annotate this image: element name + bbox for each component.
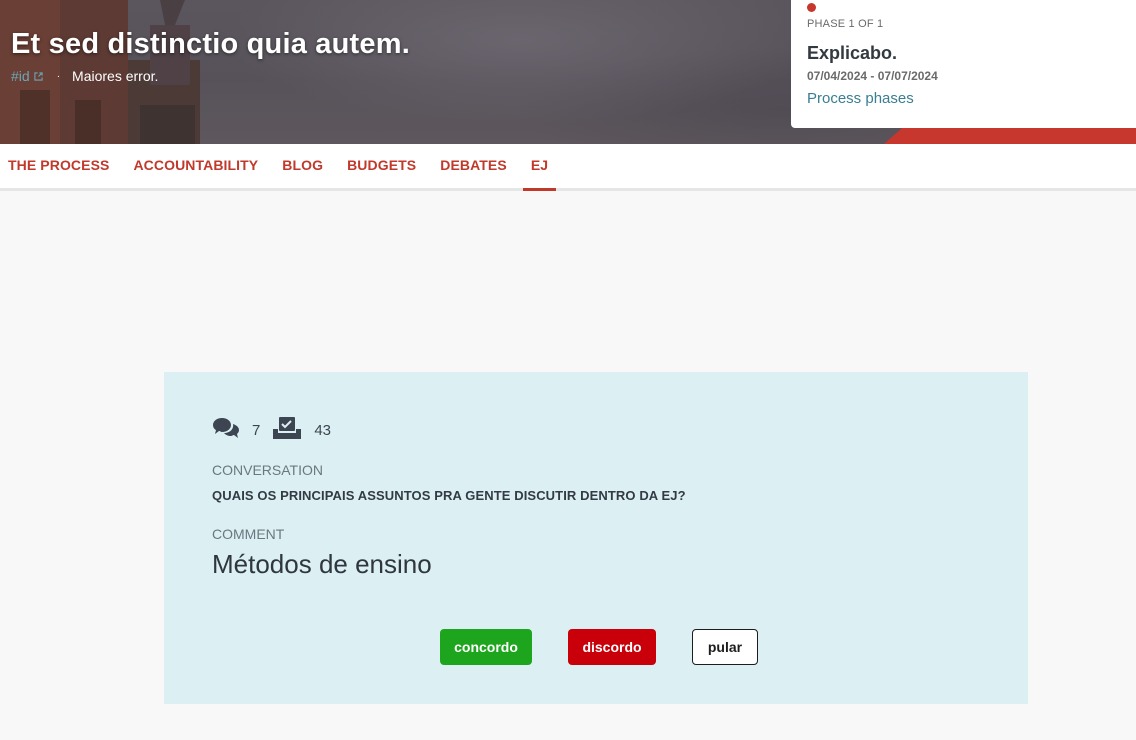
tab-budgets[interactable]: BUDGETS — [339, 144, 424, 188]
conversation-label: CONVERSATION — [212, 462, 323, 478]
votes-count: 43 — [314, 421, 332, 439]
conversation-stats: 7 43 — [212, 416, 343, 444]
phase-dates: 07/04/2024 - 07/07/2024 — [807, 69, 938, 83]
comment-label: COMMENT — [212, 526, 285, 542]
comment-text: Métodos de ensino — [212, 549, 432, 579]
hero-meta: #id · Maiores error. — [11, 68, 158, 84]
hero-banner: Et sed distinctio quia autem. #id · Maio… — [0, 0, 1136, 144]
disagree-button[interactable]: discordo — [568, 629, 656, 665]
conversation-title: QUAIS OS PRINCIPAIS ASSUNTOS PRA GENTE D… — [212, 488, 686, 503]
tab-debates[interactable]: DEBATES — [432, 144, 515, 188]
meta-separator: · — [56, 70, 61, 82]
agree-button[interactable]: concordo — [440, 629, 532, 665]
comments-count: 7 — [252, 421, 261, 439]
external-link-icon — [34, 68, 43, 84]
tab-accountability[interactable]: ACCOUNTABILITY — [125, 144, 266, 188]
phase-title: Explicabo. — [807, 43, 898, 63]
phase-card: PHASE 1 OF 1 Explicabo. 07/04/2024 - 07/… — [791, 0, 1136, 128]
phase-counter: PHASE 1 OF 1 — [807, 18, 884, 30]
comments-icon — [212, 416, 240, 444]
process-nav: THE PROCESS ACCOUNTABILITY BLOG BUDGETS … — [0, 144, 1136, 191]
phase-indicator-dot — [807, 3, 816, 12]
hero-subtitle: Maiores error. — [72, 68, 159, 84]
process-phases-link[interactable]: Process phases — [807, 90, 914, 107]
tab-ej[interactable]: EJ — [522, 144, 557, 191]
hashtag-label: #id — [11, 68, 30, 84]
page-title: Et sed distinctio quia autem. — [11, 28, 410, 60]
conversation-card: 7 43 CONVERSATION QUAIS OS PRINCIPAIS AS… — [164, 372, 1028, 704]
tab-blog[interactable]: BLOG — [274, 144, 331, 188]
skip-button[interactable]: pular — [692, 629, 758, 665]
tab-the-process[interactable]: THE PROCESS — [0, 144, 117, 188]
hashtag-link[interactable]: #id — [11, 68, 43, 84]
vote-box-icon — [272, 416, 302, 444]
